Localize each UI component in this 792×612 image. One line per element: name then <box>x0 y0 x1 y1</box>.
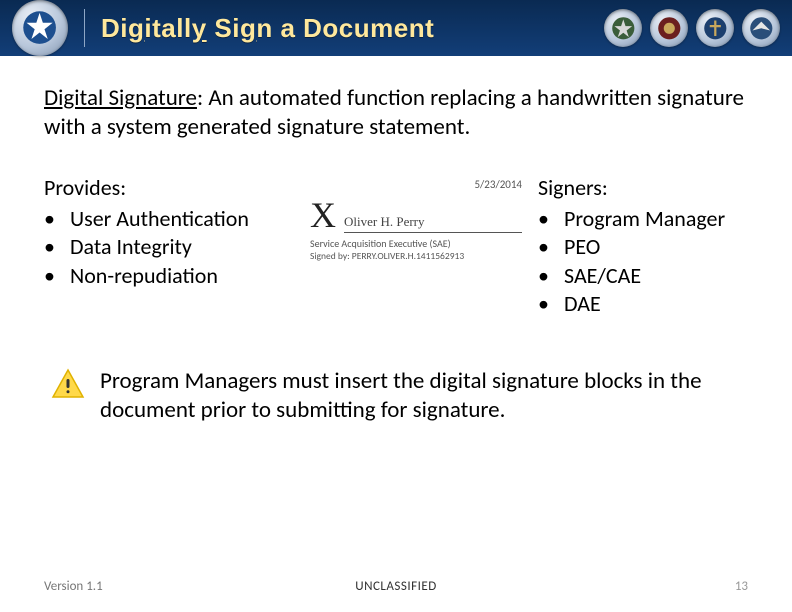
provides-column: Provides: User Authentication Data Integ… <box>44 174 294 319</box>
page-number: 13 <box>735 579 748 594</box>
signature-name: Oliver H. Perry <box>344 214 522 233</box>
signers-heading: Signers: <box>538 174 748 201</box>
list-item: DAE <box>538 290 748 319</box>
navy-seal-icon <box>696 9 734 47</box>
slide-footer: Version 1.1 UNCLASSIFIED 13 <box>0 579 792 594</box>
list-item: Program Manager <box>538 205 748 234</box>
signers-list: Program Manager PEO SAE/CAE DAE <box>538 205 748 319</box>
header-divider <box>84 9 85 47</box>
warning-icon <box>50 367 86 403</box>
definition-term: Digital Signature <box>44 84 197 112</box>
marines-seal-icon <box>650 9 688 47</box>
list-item: User Authentication <box>44 205 294 234</box>
signature-x: X <box>310 197 336 233</box>
classification-label: UNCLASSIFIED <box>355 579 436 594</box>
signature-role: Service Acquisition Executive (SAE) <box>310 237 522 250</box>
airforce-seal-icon <box>742 9 780 47</box>
army-seal-icon <box>604 9 642 47</box>
slide-title: Digitally Sign a Document <box>101 13 434 44</box>
list-item: Non-repudiation <box>44 262 294 291</box>
signature-date: 5/23/2014 <box>310 178 522 191</box>
note-text: Program Managers must insert the digital… <box>100 367 742 425</box>
signature-sample: 5/23/2014 X Oliver H. Perry Service Acqu… <box>304 174 528 268</box>
version-label: Version 1.1 <box>44 579 103 594</box>
provides-heading: Provides: <box>44 174 294 201</box>
signers-column: Signers: Program Manager PEO SAE/CAE DAE <box>538 174 748 319</box>
title-bar: Digitally Sign a Document <box>0 0 792 56</box>
signature-signed-by: Signed by: PERRY.OLIVER.H.1411562913 <box>310 250 522 262</box>
list-item: SAE/CAE <box>538 262 748 291</box>
list-item: PEO <box>538 233 748 262</box>
service-seals <box>604 9 792 47</box>
definition-paragraph: Digital Signature: An automated function… <box>44 84 748 142</box>
provides-list: User Authentication Data Integrity Non-r… <box>44 205 294 291</box>
list-item: Data Integrity <box>44 233 294 262</box>
dod-seal-icon <box>12 0 68 56</box>
